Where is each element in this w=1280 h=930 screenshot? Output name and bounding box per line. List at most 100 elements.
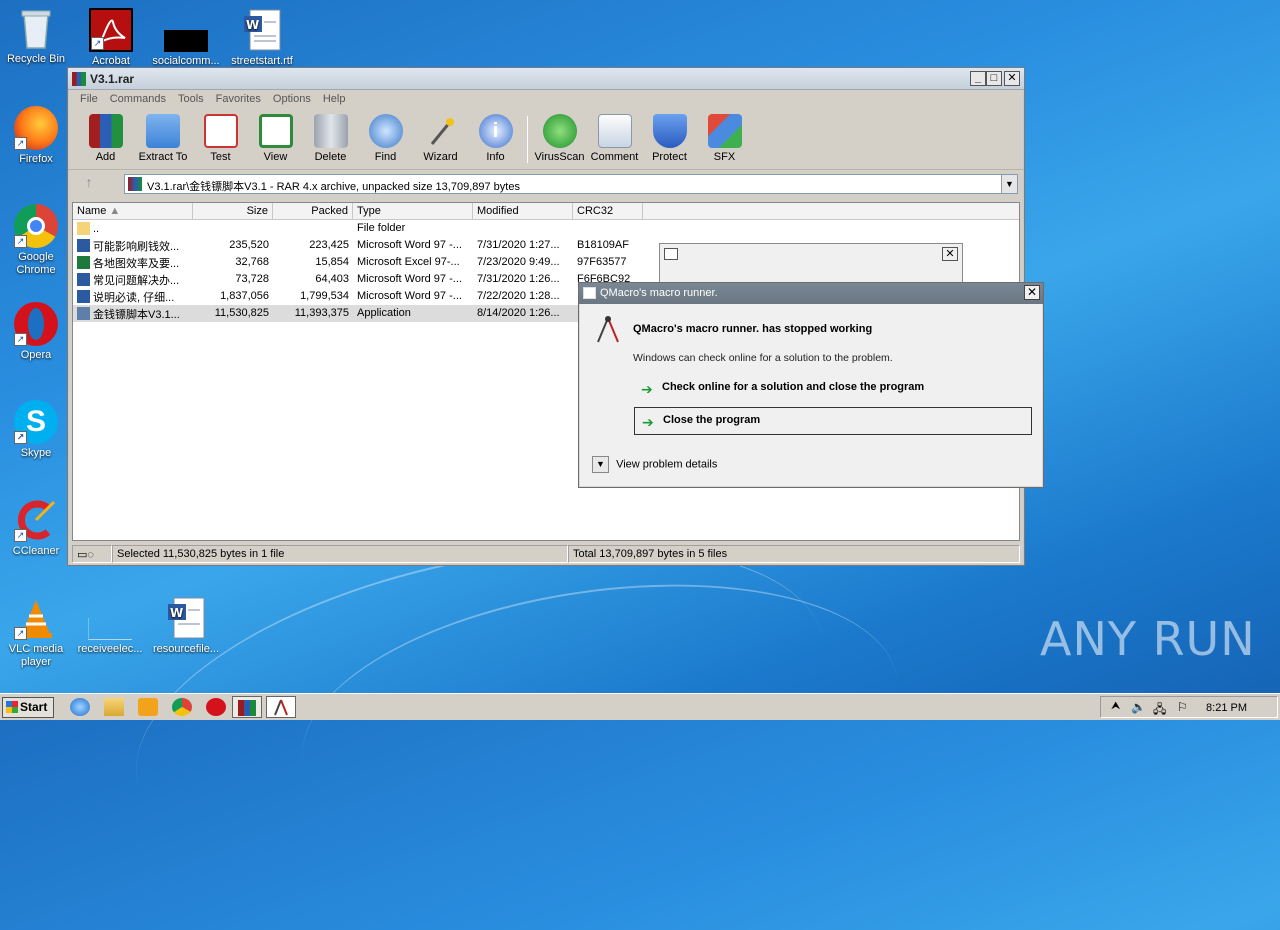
file-name: 各地图效率及要...	[93, 257, 180, 270]
chevron-down-icon[interactable]: ▼	[592, 456, 609, 473]
comment-button[interactable]: Comment	[587, 110, 642, 169]
crash-dialog-titlebar[interactable]: QMacro's macro runner. ✕	[579, 283, 1043, 304]
chrome-taskbar-icon[interactable]	[172, 698, 192, 716]
internet-explorer-icon[interactable]	[70, 698, 90, 716]
menu-commands[interactable]: Commands	[104, 90, 172, 110]
desktop-icon-label: Firefox	[19, 153, 53, 165]
extract-to-button[interactable]: Extract To	[133, 110, 193, 169]
address-text: V3.1.rar\金钱镖脚本V3.1 - RAR 4.x archive, un…	[147, 181, 520, 193]
desktop-icon-vlc[interactable]: ↗ VLC media player	[0, 596, 72, 669]
file-modified: 7/23/2020 9:49...	[477, 256, 560, 268]
qmacro-task-button[interactable]	[266, 696, 296, 718]
menu-options[interactable]: Options	[267, 90, 317, 110]
minimize-button[interactable]: _	[970, 71, 986, 86]
compass-tool-icon	[594, 314, 622, 344]
close-icon[interactable]: ✕	[942, 247, 958, 261]
table-row[interactable]: .. File folder	[73, 220, 1019, 237]
magic-wand-icon	[424, 114, 458, 148]
virusscan-button[interactable]: VirusScan	[532, 110, 587, 169]
opera-taskbar-icon[interactable]	[206, 698, 226, 716]
close-program-option[interactable]: ➔ Close the program	[634, 407, 1032, 435]
shortcut-arrow-icon: ↗	[91, 37, 104, 50]
winrar-titlebar[interactable]: V3.1.rar _ □ ✕	[68, 68, 1024, 90]
column-name[interactable]: Name ▲	[73, 203, 193, 219]
view-button[interactable]: View	[248, 110, 303, 169]
menu-tools[interactable]: Tools	[172, 90, 210, 110]
view-details-label: View problem details	[616, 458, 718, 471]
maximize-button[interactable]: □	[986, 71, 1002, 86]
file-packed: 15,854	[315, 256, 349, 268]
close-button[interactable]: ✕	[1004, 71, 1020, 86]
desktop-icon-resourcefile[interactable]: W resourcefile...	[150, 596, 222, 656]
shortcut-arrow-icon: ↗	[14, 235, 27, 248]
desktop-icon-receiveelec[interactable]: receiveelec...	[74, 596, 146, 656]
volume-icon[interactable]: 🔈	[1131, 700, 1146, 714]
desktop-icon-skype[interactable]: S ↗ Skype	[0, 400, 72, 460]
media-player-icon[interactable]	[138, 698, 158, 716]
blank-file-icon	[88, 618, 132, 640]
file-type: Microsoft Excel 97-...	[357, 256, 460, 268]
network-icon[interactable]: 🖧	[1153, 700, 1166, 721]
status-selected: Selected 11,530,825 bytes in 1 file	[112, 545, 568, 563]
trash-can-icon	[313, 114, 348, 148]
green-arrow-icon: ➔	[641, 381, 653, 397]
column-type[interactable]: Type	[353, 203, 473, 219]
chevron-down-icon[interactable]: ▼	[1001, 175, 1017, 193]
up-arrow-icon[interactable]: ↑	[78, 174, 100, 192]
wizard-button[interactable]: Wizard	[413, 110, 468, 169]
compass-tool-icon	[274, 699, 288, 716]
file-crc: B18109AF	[577, 239, 629, 251]
desktop-icon-ccleaner[interactable]: ↗ CCleaner	[0, 498, 72, 558]
column-modified[interactable]: Modified	[473, 203, 573, 219]
clock[interactable]: 8:21 PM	[1206, 702, 1247, 714]
file-type: Microsoft Word 97 -...	[357, 290, 462, 302]
excel-file-icon	[77, 256, 90, 269]
book-icon	[258, 114, 293, 148]
menu-file[interactable]: File	[74, 90, 104, 110]
close-button[interactable]: ✕	[1024, 285, 1040, 300]
menu-help[interactable]: Help	[317, 90, 352, 110]
menu-favorites[interactable]: Favorites	[210, 90, 267, 110]
opera-icon: ↗	[14, 302, 58, 346]
column-crc32[interactable]: CRC32	[573, 203, 643, 219]
show-hidden-icons-icon[interactable]: ⮝	[1111, 700, 1120, 713]
sfx-button[interactable]: SFX	[697, 110, 752, 169]
find-button[interactable]: Find	[358, 110, 413, 169]
test-button[interactable]: Test	[193, 110, 248, 169]
crash-dialog-title: QMacro's macro runner.	[600, 287, 718, 299]
desktop-icon-socialcomm[interactable]: socialcomm...	[150, 8, 222, 68]
shortcut-arrow-icon: ↗	[14, 529, 27, 542]
action-center-flag-icon[interactable]: ⚐	[1177, 700, 1188, 714]
check-online-option[interactable]: ➔ Check online for a solution and close …	[634, 375, 1032, 403]
info-button[interactable]: i Info	[468, 110, 523, 169]
start-button[interactable]: Start	[2, 697, 54, 718]
shortcut-arrow-icon: ↗	[14, 137, 27, 150]
delete-button[interactable]: Delete	[303, 110, 358, 169]
address-field[interactable]: V3.1.rar\金钱镖脚本V3.1 - RAR 4.x archive, un…	[124, 174, 1018, 194]
desktop-icon-opera[interactable]: ↗ Opera	[0, 302, 72, 362]
view-details-toggle[interactable]: ▼ View problem details	[592, 456, 717, 473]
protect-label: Protect	[652, 151, 687, 163]
desktop-icon-recycle-bin[interactable]: Recycle Bin	[0, 6, 72, 66]
word-file-icon	[77, 239, 90, 252]
desktop-icon-label: Skype	[20, 447, 52, 459]
file-explorer-icon[interactable]	[104, 698, 124, 716]
recycle-bin-icon	[14, 6, 58, 50]
desktop-icon-streetstart[interactable]: W streetstart.rtf	[226, 8, 298, 68]
sfx-label: SFX	[713, 151, 736, 163]
column-size[interactable]: Size	[193, 203, 273, 219]
windows-flag-icon	[6, 701, 18, 713]
application-icon	[77, 307, 90, 320]
file-crc	[573, 220, 643, 237]
desktop-icon-chrome[interactable]: ↗ Google Chrome	[0, 204, 72, 277]
svg-text:W: W	[246, 18, 259, 32]
desktop-icon-firefox[interactable]: ↗ Firefox	[0, 106, 72, 166]
acrobat-icon: ↗	[89, 8, 133, 52]
protect-button[interactable]: Protect	[642, 110, 697, 169]
add-button[interactable]: Add	[78, 110, 133, 169]
winrar-task-button[interactable]	[232, 696, 262, 718]
desktop-icon-acrobat[interactable]: ↗ Acrobat	[75, 8, 147, 68]
column-packed[interactable]: Packed	[273, 203, 353, 219]
sort-ascending-icon: ▲	[109, 205, 121, 217]
find-label: Find	[374, 151, 397, 163]
